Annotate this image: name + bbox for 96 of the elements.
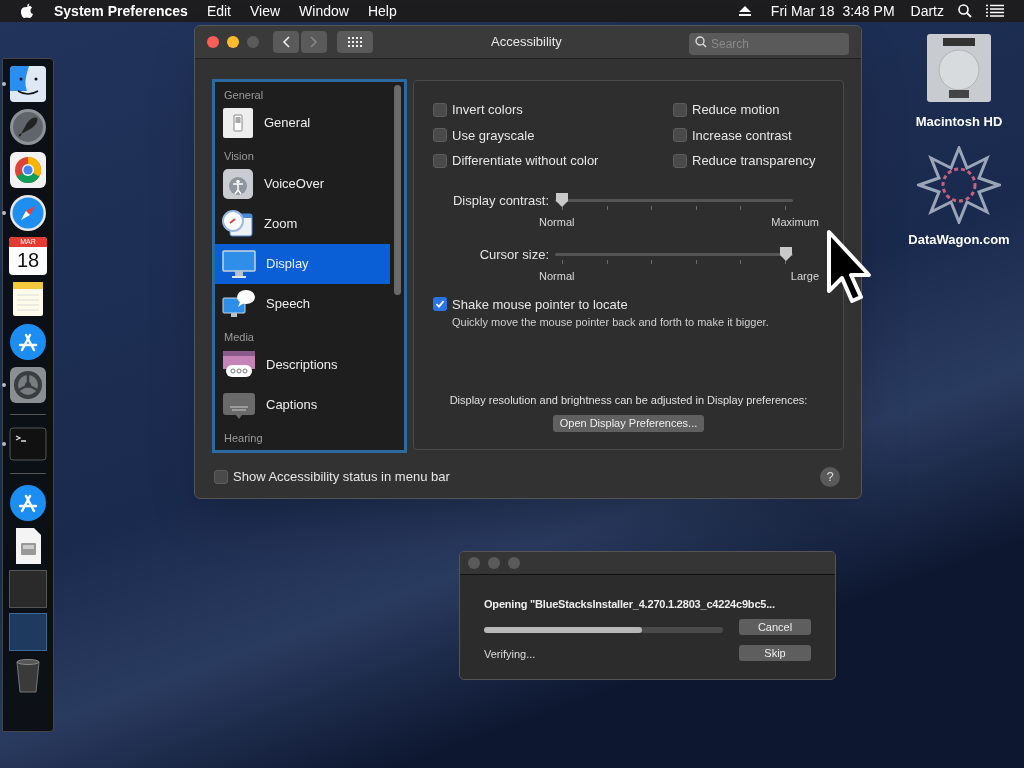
- slider-min-label: Normal: [539, 269, 575, 284]
- sidebar-item[interactable]: Captions: [215, 385, 390, 425]
- search-icon[interactable]: [958, 4, 972, 18]
- minimize-button[interactable]: [227, 36, 239, 48]
- sidebar-item-label: VoiceOver: [264, 175, 324, 194]
- help-button[interactable]: ?: [820, 467, 840, 487]
- slider-max-label: Maximum: [771, 215, 819, 230]
- terminal-icon[interactable]: [9, 425, 47, 463]
- checkbox[interactable]: [673, 153, 687, 168]
- sidebar-item[interactable]: Descriptions: [215, 345, 390, 385]
- window-thumbnail[interactable]: [9, 613, 47, 651]
- sidebar-item-label: Captions: [266, 396, 318, 415]
- sidebar-section-header: Media: [223, 329, 255, 345]
- app-store-icon[interactable]: [9, 484, 47, 522]
- menu-item[interactable]: Window: [299, 0, 349, 22]
- chevron-left-icon: [282, 36, 290, 48]
- checkbox[interactable]: [433, 153, 447, 168]
- option-label[interactable]: Show Accessibility status in menu bar: [233, 467, 450, 487]
- running-indicator: [2, 211, 6, 215]
- option-label[interactable]: Increase contrast: [692, 125, 792, 145]
- list-icon[interactable]: [986, 4, 1004, 18]
- sidebar-item-label: Descriptions: [266, 356, 338, 375]
- option-label[interactable]: Invert colors: [452, 100, 523, 120]
- mouse-pointer-icon: [826, 229, 874, 305]
- dialog-message: Opening "BlueStacksInstaller_4.270.1.2803_c4224c9bc5...: [484, 597, 776, 612]
- grid-button[interactable]: [337, 31, 373, 53]
- slider-label: Display contrast:: [451, 191, 549, 210]
- browser-ring-icon[interactable]: [9, 151, 47, 189]
- menu-app-name[interactable]: System Preferences: [54, 0, 188, 22]
- status-text: Verifying...: [484, 646, 537, 662]
- window-title: Accessibility: [491, 33, 562, 52]
- magnifier-window-icon: [222, 208, 254, 240]
- menu-user[interactable]: Dartz: [910, 0, 944, 22]
- dialog-button[interactable]: Skip: [739, 644, 811, 661]
- apple-logo-icon[interactable]: [20, 3, 34, 19]
- checkbox[interactable]: [673, 128, 687, 143]
- desktop-icon-label[interactable]: Macintosh HD: [915, 112, 1003, 132]
- slider-max-label: Large: [790, 269, 819, 284]
- sidebar-item-label: Speech: [266, 295, 311, 314]
- sidebar-item[interactable]: General: [215, 103, 390, 143]
- monitor-icon: [222, 248, 256, 280]
- compass-icon[interactable]: [9, 194, 47, 232]
- chevron-right-icon: [310, 36, 318, 48]
- menu-clock[interactable]: Fri Mar 18 3:48 PM: [770, 0, 895, 22]
- slider-thumb[interactable]: [555, 192, 569, 209]
- option-label[interactable]: Reduce transparency: [692, 151, 816, 171]
- gear-icon[interactable]: [9, 366, 47, 404]
- checkbox[interactable]: [433, 128, 447, 143]
- grid-icon: [348, 37, 362, 47]
- dialog-button[interactable]: Cancel: [739, 618, 811, 635]
- open-display-preferences-button[interactable]: Open Display Preferences...: [552, 415, 705, 432]
- sidebar-item[interactable]: Speech: [215, 284, 390, 324]
- face-icon[interactable]: [9, 65, 47, 103]
- slider-track[interactable]: [555, 246, 793, 263]
- search-icon: [695, 36, 707, 48]
- accessibility-person-icon: [222, 168, 254, 200]
- option-label[interactable]: Use grayscale: [452, 125, 535, 145]
- menu-item[interactable]: View: [250, 0, 281, 22]
- sidebar-item-label: General: [264, 114, 311, 133]
- option-label[interactable]: Reduce motion: [692, 100, 780, 120]
- running-indicator: [2, 383, 6, 387]
- star-emblem-icon[interactable]: [917, 145, 1001, 224]
- sidebar-section-header: Hearing: [223, 430, 264, 446]
- close-button[interactable]: [207, 36, 219, 48]
- sidebar-item[interactable]: Display: [215, 244, 390, 284]
- sidebar-section-header: Vision: [223, 148, 255, 164]
- option-label[interactable]: Shake mouse pointer to locate: [452, 294, 628, 314]
- slider-label: Cursor size:: [478, 245, 549, 264]
- checkbox[interactable]: [433, 297, 447, 312]
- sidebar-item-label: Display: [266, 255, 309, 274]
- window-thumbnail[interactable]: [9, 570, 47, 608]
- monitor-speech-bubble-icon: [222, 288, 256, 320]
- desktop-icon-label[interactable]: DataWagon.com: [908, 229, 1010, 249]
- running-indicator: [2, 82, 6, 86]
- eject-icon[interactable]: [738, 6, 751, 16]
- slider-track[interactable]: [555, 192, 793, 209]
- checkbox[interactable]: [673, 102, 687, 117]
- option-description: Quickly move the mouse pointer back and forth to make it bigger.: [452, 315, 770, 330]
- switch-icon: [222, 107, 254, 139]
- slider-thumb[interactable]: [779, 246, 793, 263]
- checkbox[interactable]: [433, 102, 447, 117]
- app-store-icon[interactable]: [9, 323, 47, 361]
- option-label[interactable]: Differentiate without color: [452, 151, 599, 171]
- calendar-day: 18: [16, 247, 40, 273]
- sidebar-item[interactable]: Zoom: [215, 204, 390, 244]
- menu-item[interactable]: Help: [367, 0, 397, 22]
- display-note: Display resolution and brightness can be adjusted in Display preferences:: [449, 392, 808, 408]
- running-indicator: [2, 442, 6, 446]
- menu-item[interactable]: Edit: [206, 0, 231, 22]
- sidebar-item[interactable]: VoiceOver: [215, 164, 390, 204]
- slider-min-label: Normal: [539, 215, 575, 230]
- sidebar-item-label: Zoom: [264, 215, 298, 234]
- checkbox[interactable]: [214, 470, 228, 484]
- scrollbar-thumb[interactable]: [394, 85, 401, 295]
- back-button[interactable]: [273, 31, 299, 53]
- sidebar-section-header: General: [223, 87, 265, 103]
